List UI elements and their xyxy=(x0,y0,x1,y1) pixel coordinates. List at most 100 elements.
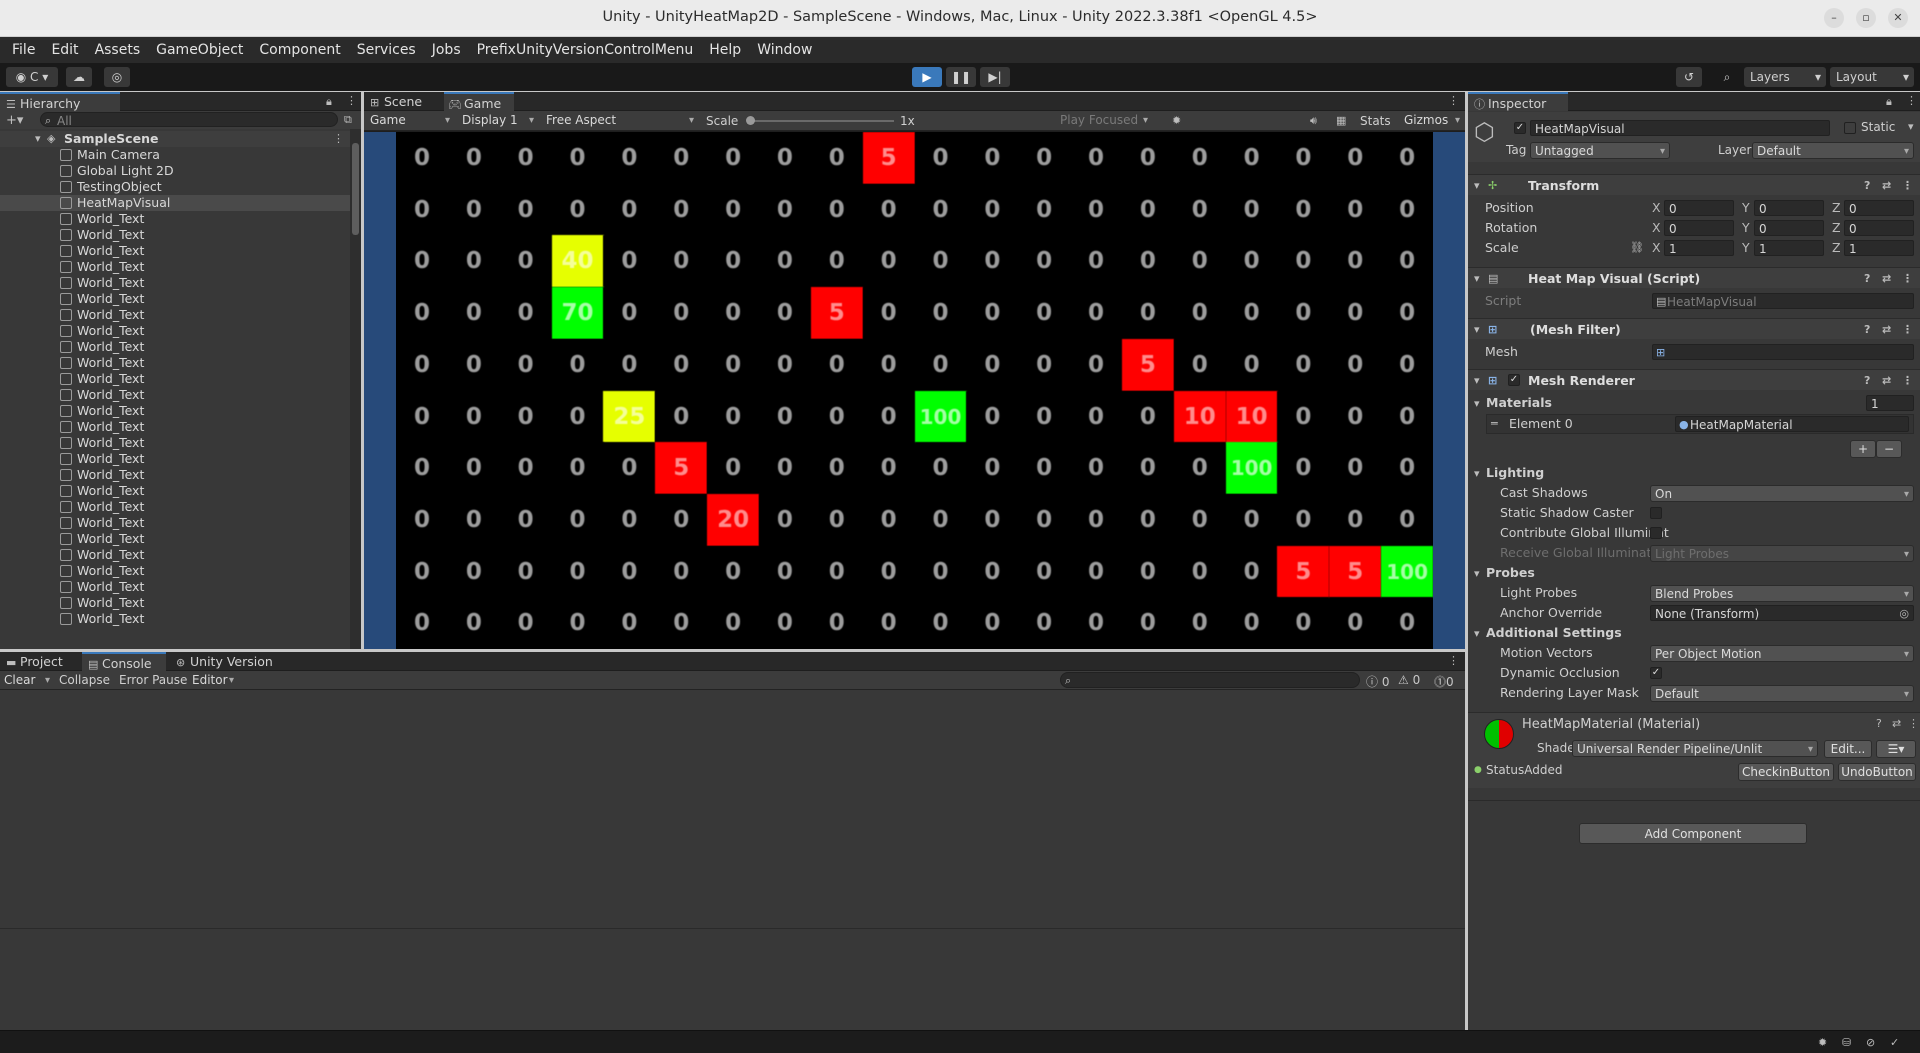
static-checkbox[interactable] xyxy=(1844,122,1856,134)
debug-icon[interactable]: ✹ xyxy=(1818,1036,1827,1049)
game-viewport[interactable]: 0000000005000000000000000000000000000000… xyxy=(364,132,1465,649)
hierarchy-item[interactable]: World_Text xyxy=(0,291,350,307)
component-kebab-icon[interactable]: ⋮ xyxy=(1902,370,1913,391)
hierarchy-item[interactable]: World_Text xyxy=(0,595,350,611)
active-checkbox[interactable]: ✓ xyxy=(1514,122,1526,134)
preset-icon[interactable]: ⇄ xyxy=(1892,717,1901,730)
heatmap-script-header[interactable]: ▾ ▤ Heat Map Visual (Script) ? ⇄ ⋮ xyxy=(1468,267,1920,288)
tab-scene[interactable]: ⊞ Scene xyxy=(364,92,444,111)
mesh-renderer-header[interactable]: ▾ ⊞ ✓ Mesh Renderer ? ⇄ ⋮ xyxy=(1468,369,1920,390)
motion-vectors-dropdown[interactable]: Per Object Motion xyxy=(1650,645,1914,663)
undo-button[interactable]: UndoButton xyxy=(1838,763,1916,781)
add-component-button[interactable]: Add Component xyxy=(1579,823,1807,844)
info-count[interactable]: ⓘ 0 xyxy=(1366,673,1389,690)
additional-fold-icon[interactable]: ▾ xyxy=(1474,627,1480,640)
menu-help[interactable]: Help xyxy=(701,42,749,58)
keyboard-icon[interactable]: ▦ xyxy=(1336,114,1346,127)
fold-arrow-icon[interactable]: ▾ xyxy=(1474,268,1480,289)
menu-file[interactable]: File xyxy=(4,42,43,58)
hierarchy-item[interactable]: World_Text xyxy=(0,387,350,403)
tab-console[interactable]: ▤ Console xyxy=(82,652,166,671)
hierarchy-item[interactable]: World_Text xyxy=(0,339,350,355)
pause-button[interactable]: ❚❚ xyxy=(946,67,976,87)
menu-jobs[interactable]: Jobs xyxy=(424,42,469,58)
menu-gameobject[interactable]: GameObject xyxy=(148,42,251,58)
hierarchy-item[interactable]: World_Text xyxy=(0,227,350,243)
help-icon[interactable]: ? xyxy=(1876,717,1882,730)
menu-edit[interactable]: Edit xyxy=(43,42,86,58)
drag-handle-icon[interactable]: ═ xyxy=(1491,417,1498,430)
tab-project[interactable]: ▬ Project xyxy=(0,652,82,671)
dynamic-occlusion-checkbox[interactable]: ✓ xyxy=(1650,667,1662,679)
menu-services[interactable]: Services xyxy=(349,42,424,58)
gizmos-dropdown[interactable]: Gizmos xyxy=(1400,112,1464,129)
hierarchy-item[interactable]: World_Text xyxy=(0,211,350,227)
preset-icon[interactable]: ⇄ xyxy=(1882,370,1891,391)
shader-options-button[interactable]: ☰▾ xyxy=(1876,740,1916,758)
hierarchy-item[interactable]: World_Text xyxy=(0,259,350,275)
add-icon[interactable]: +▾ xyxy=(6,113,23,128)
menu-component[interactable]: Component xyxy=(251,42,348,58)
menu-assets[interactable]: Assets xyxy=(87,42,149,58)
fold-arrow-icon[interactable]: ▾ xyxy=(1474,370,1480,391)
cache-icon[interactable]: ⛁ xyxy=(1842,1036,1851,1049)
light-probes-dropdown[interactable]: Blend Probes xyxy=(1650,585,1914,603)
hierarchy-item[interactable]: World_Text xyxy=(0,243,350,259)
rendering-layer-dropdown[interactable]: Default xyxy=(1650,685,1914,703)
rotation-y-field[interactable]: 0 xyxy=(1754,220,1824,236)
hierarchy-item[interactable]: World_Text xyxy=(0,323,350,339)
game-kebab-icon[interactable]: ⋮ xyxy=(1448,94,1459,107)
lock-icon[interactable]: 🔒︎ xyxy=(1886,95,1892,109)
cast-shadows-dropdown[interactable]: On xyxy=(1650,485,1914,503)
filter-icon[interactable]: ⧉ xyxy=(344,113,352,127)
scrollbar-thumb[interactable] xyxy=(352,143,359,235)
link-icon[interactable]: ⛓︎ xyxy=(1630,241,1644,254)
materials-fold-icon[interactable]: ▾ xyxy=(1474,397,1480,410)
hierarchy-item[interactable]: World_Text xyxy=(0,467,350,483)
component-kebab-icon[interactable]: ⋮ xyxy=(1908,717,1919,730)
transform-header[interactable]: ▾ ✢ Transform ? ⇄ ⋮ xyxy=(1468,174,1920,195)
hierarchy-item[interactable]: World_Text xyxy=(0,355,350,371)
cloud-icon[interactable]: ☁ xyxy=(66,67,92,87)
layers-dropdown[interactable]: Layers ▾ xyxy=(1744,67,1826,87)
play-focused-dropdown[interactable]: Play Focused xyxy=(1056,112,1152,129)
material-field[interactable]: ● HeatMapMaterial xyxy=(1675,416,1909,432)
bug-icon[interactable]: ✹ xyxy=(1172,114,1181,127)
scale-z-field[interactable]: 1 xyxy=(1844,240,1914,256)
preset-icon[interactable]: ⇄ xyxy=(1882,319,1891,340)
hierarchy-item[interactable]: World_Text xyxy=(0,275,350,291)
mesh-field[interactable]: ⊞ xyxy=(1652,344,1914,360)
help-icon[interactable]: ? xyxy=(1864,175,1870,196)
scene-kebab-icon[interactable]: ⋮ xyxy=(333,131,344,147)
preset-icon[interactable]: ⇄ xyxy=(1882,175,1891,196)
hierarchy-item[interactable]: TestingObject xyxy=(0,179,350,195)
component-kebab-icon[interactable]: ⋮ xyxy=(1902,319,1913,340)
anchor-override-field[interactable]: None (Transform) ◎ xyxy=(1650,605,1914,621)
component-kebab-icon[interactable]: ⋮ xyxy=(1902,175,1913,196)
mesh-filter-header[interactable]: ▾ ⊞ (Mesh Filter) ? ⇄ ⋮ xyxy=(1468,318,1920,339)
checkin-button[interactable]: CheckinButton xyxy=(1738,763,1834,781)
hierarchy-scrollbar[interactable] xyxy=(350,129,361,649)
hierarchy-item[interactable]: World_Text xyxy=(0,563,350,579)
menu-prefix-vcs[interactable]: PrefixUnityVersionControlMenu xyxy=(469,42,702,58)
editor-dropdown[interactable]: Editor xyxy=(188,672,238,689)
game-dropdown[interactable]: Game xyxy=(366,112,454,129)
hierarchy-item[interactable]: World_Text xyxy=(0,451,350,467)
hierarchy-item[interactable]: World_Text xyxy=(0,499,350,515)
collapse-toggle[interactable]: Collapse xyxy=(59,673,110,687)
minimize-icon[interactable]: – xyxy=(1824,8,1844,28)
hierarchy-item[interactable]: World_Text xyxy=(0,403,350,419)
error-count[interactable]: ⓵0 xyxy=(1434,673,1454,690)
status-ok-icon[interactable]: ✓ xyxy=(1890,1036,1899,1049)
hierarchy-item[interactable]: World_Text xyxy=(0,547,350,563)
scale-y-field[interactable]: 1 xyxy=(1754,240,1824,256)
tag-dropdown[interactable]: Untagged xyxy=(1530,142,1670,160)
lighting-fold-icon[interactable]: ▾ xyxy=(1474,467,1480,480)
layer-dropdown[interactable]: Default xyxy=(1752,142,1914,160)
help-icon[interactable]: ? xyxy=(1864,319,1870,340)
hierarchy-item[interactable]: Global Light 2D xyxy=(0,163,350,179)
clear-dropdown[interactable]: Clear xyxy=(0,672,54,689)
fold-arrow-icon[interactable]: ▾ xyxy=(1474,175,1480,196)
account-dropdown[interactable]: ◉ C ▾ xyxy=(6,67,58,87)
scale-slider-thumb[interactable] xyxy=(746,116,755,125)
